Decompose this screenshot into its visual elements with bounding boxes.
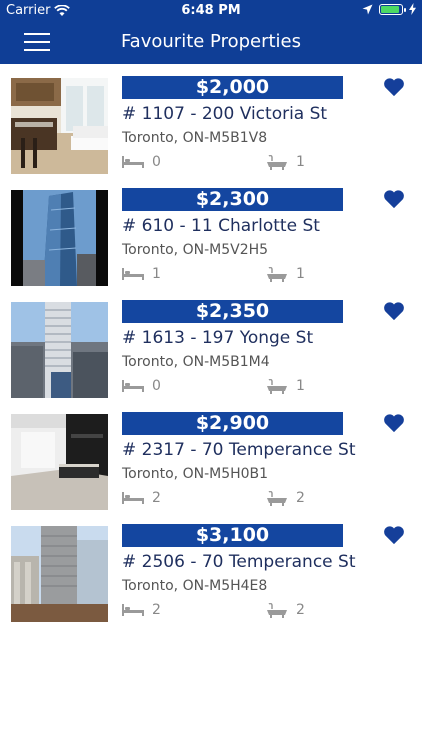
favourite-heart-icon[interactable] — [383, 189, 405, 209]
price-label: $3,100 — [122, 524, 343, 547]
property-photo — [11, 302, 108, 398]
app-header: Carrier 6:48 PM Favourite Properties — [0, 0, 422, 64]
city-label: Toronto, ON-M5H4E8 — [122, 578, 268, 594]
page-title: Favourite Properties — [120, 31, 302, 52]
bathrooms-info: 2 — [266, 490, 305, 506]
bathrooms-info: 1 — [266, 154, 305, 170]
listing-row[interactable]: $2,900 # 2317 - 70 Temperance St Toronto… — [0, 400, 422, 512]
bedrooms-count: 1 — [152, 266, 161, 282]
bed-icon — [122, 380, 144, 392]
city-label: Toronto, ON-M5V2H5 — [122, 242, 269, 258]
favourite-heart-icon[interactable] — [383, 525, 405, 545]
listing-row[interactable]: $2,000 # 1107 - 200 Victoria St Toronto,… — [0, 64, 422, 176]
bathrooms-info: 1 — [266, 266, 305, 282]
bathrooms-count: 2 — [296, 602, 305, 618]
charging-bolt-icon — [409, 3, 416, 15]
favourite-heart-icon[interactable] — [383, 301, 405, 321]
address-label: # 1613 - 197 Yonge St — [122, 328, 314, 348]
bed-icon — [122, 156, 144, 168]
bed-icon — [122, 492, 144, 504]
listing-row[interactable]: $2,300 # 610 - 11 Charlotte St Toronto, … — [0, 176, 422, 288]
bathtub-icon — [267, 378, 287, 394]
location-arrow-icon — [362, 4, 373, 14]
status-right — [362, 3, 416, 15]
bedrooms-info: 1 — [122, 266, 161, 282]
property-photo — [11, 414, 108, 510]
bathrooms-info: 2 — [266, 602, 305, 618]
bedrooms-count: 0 — [152, 154, 161, 170]
bathtub-icon — [267, 154, 287, 170]
city-label: Toronto, ON-M5H0B1 — [122, 466, 269, 482]
favourite-heart-icon[interactable] — [383, 77, 405, 97]
status-time: 6:48 PM — [181, 3, 241, 18]
bathrooms-count: 2 — [296, 490, 305, 506]
bedrooms-info: 0 — [122, 154, 161, 170]
property-photo — [11, 526, 108, 622]
bedrooms-info: 0 — [122, 378, 161, 394]
bedrooms-info: 2 — [122, 602, 161, 618]
bed-icon — [122, 268, 144, 280]
property-photo — [11, 78, 108, 174]
bathrooms-count: 1 — [296, 266, 305, 282]
battery-icon — [379, 3, 406, 15]
listing-row[interactable]: $3,100 # 2506 - 70 Temperance St Toronto… — [0, 512, 422, 624]
bathtub-icon — [267, 266, 287, 282]
bed-icon — [122, 604, 144, 616]
city-label: Toronto, ON-M5B1M4 — [122, 354, 270, 370]
address-label: # 2506 - 70 Temperance St — [122, 552, 356, 572]
bathtub-icon — [267, 490, 287, 506]
price-label: $2,900 — [122, 412, 343, 435]
bedrooms-count: 2 — [152, 602, 161, 618]
address-label: # 1107 - 200 Victoria St — [122, 104, 328, 124]
favourite-heart-icon[interactable] — [383, 413, 405, 433]
bedrooms-count: 2 — [152, 490, 161, 506]
bedrooms-info: 2 — [122, 490, 161, 506]
bathrooms-count: 1 — [296, 154, 305, 170]
city-label: Toronto, ON-M5B1V8 — [122, 130, 268, 146]
app-screen: Carrier 6:48 PM Favourite Properties $2,… — [0, 0, 422, 750]
price-label: $2,350 — [122, 300, 343, 323]
address-label: # 2317 - 70 Temperance St — [122, 440, 356, 460]
address-label: # 610 - 11 Charlotte St — [122, 216, 320, 236]
bathtub-icon — [267, 602, 287, 618]
price-label: $2,300 — [122, 188, 343, 211]
price-label: $2,000 — [122, 76, 343, 99]
bathrooms-info: 1 — [266, 378, 305, 394]
bathrooms-count: 1 — [296, 378, 305, 394]
listing-row[interactable]: $2,350 # 1613 - 197 Yonge St Toronto, ON… — [0, 288, 422, 400]
bedrooms-count: 0 — [152, 378, 161, 394]
status-bar: Carrier 6:48 PM — [0, 0, 422, 22]
property-photo — [11, 190, 108, 286]
